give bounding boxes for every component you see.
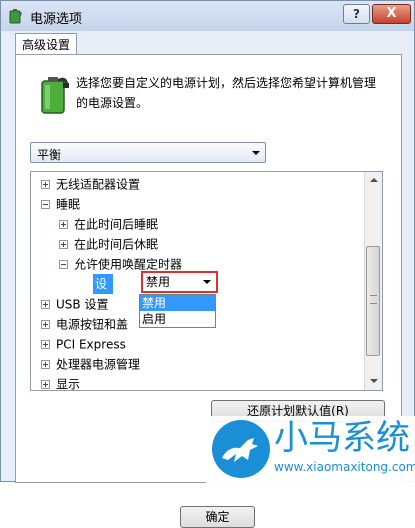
setting-label: 设置: <box>93 274 114 311</box>
tree-item-usb[interactable]: USB 设置 <box>41 294 108 314</box>
tree-item-display[interactable]: 显示 <box>41 374 80 390</box>
expand-icon[interactable] <box>59 240 68 249</box>
watermark-url: www.xiaomaxitong.com <box>274 460 415 474</box>
tree-item-power-buttons[interactable]: 电源按钮和盖 <box>41 314 128 334</box>
collapse-icon[interactable] <box>41 200 50 209</box>
description-text: 选择您要自定义的电源计划，然后选择您希望计算机管理的电源设置。 <box>76 76 377 110</box>
horse-logo-icon <box>212 420 270 478</box>
power-plan-value: 平衡 <box>37 148 62 162</box>
scroll-down-arrow-icon[interactable] <box>365 373 382 390</box>
dropdown-option-enable[interactable]: 启用 <box>140 311 215 327</box>
tab-advanced-settings[interactable]: 高级设置 <box>15 33 78 55</box>
battery-plug-icon <box>41 77 69 114</box>
tree-scrollbar[interactable] <box>364 172 382 390</box>
expand-icon[interactable] <box>41 340 50 349</box>
scrollbar-thumb[interactable] <box>366 246 380 356</box>
watermark: 小马系统 www.xiaomaxitong.com <box>206 416 415 483</box>
tree-item-processor-power[interactable]: 处理器电源管理 <box>41 354 140 374</box>
help-button[interactable]: ? <box>343 4 370 24</box>
wake-timer-value: 禁用 <box>146 275 171 289</box>
chevron-down-icon <box>252 151 260 155</box>
window-title: 电源选项 <box>30 12 83 27</box>
title-bar[interactable]: 电源选项 ? X <box>1 1 414 31</box>
power-plan-select[interactable]: 平衡 <box>30 142 266 163</box>
tree-item-wireless[interactable]: 无线适配器设置 <box>41 174 140 194</box>
chevron-down-icon <box>203 280 211 284</box>
expand-icon[interactable] <box>41 300 50 309</box>
ok-button[interactable]: 确定 <box>180 506 255 528</box>
settings-tree: 无线适配器设置 睡眠 在此时间后睡眠 在此时间后休眠 允许使用唤醒定时器 设置:… <box>30 171 383 391</box>
expand-icon[interactable] <box>41 360 50 369</box>
close-button[interactable]: X <box>372 4 411 24</box>
expand-icon[interactable] <box>59 220 68 229</box>
wake-timer-dropdown-list: 禁用 启用 <box>139 294 216 328</box>
expand-icon[interactable] <box>41 380 50 389</box>
tree-item-pci-express[interactable]: PCI Express <box>41 334 126 354</box>
dropdown-option-disable[interactable]: 禁用 <box>140 295 215 311</box>
tree-item-hibernate-after[interactable]: 在此时间后休眠 <box>59 234 158 254</box>
tree-item-sleep[interactable]: 睡眠 <box>41 194 80 214</box>
tree-item-sleep-after[interactable]: 在此时间后睡眠 <box>59 214 158 234</box>
power-options-icon <box>9 9 22 24</box>
horse-silhouette-icon <box>222 438 258 462</box>
scroll-up-arrow-icon[interactable] <box>365 172 382 189</box>
collapse-icon[interactable] <box>59 260 68 269</box>
expand-icon[interactable] <box>41 180 50 189</box>
expand-icon[interactable] <box>41 320 50 329</box>
wake-timer-select[interactable]: 禁用 <box>141 271 218 293</box>
power-options-window: 电源选项 ? X 高级设置 选择您要自定义的电源计划，然后选择您希望计算机管理的… <box>0 0 415 528</box>
watermark-title: 小马系统 <box>274 418 410 458</box>
